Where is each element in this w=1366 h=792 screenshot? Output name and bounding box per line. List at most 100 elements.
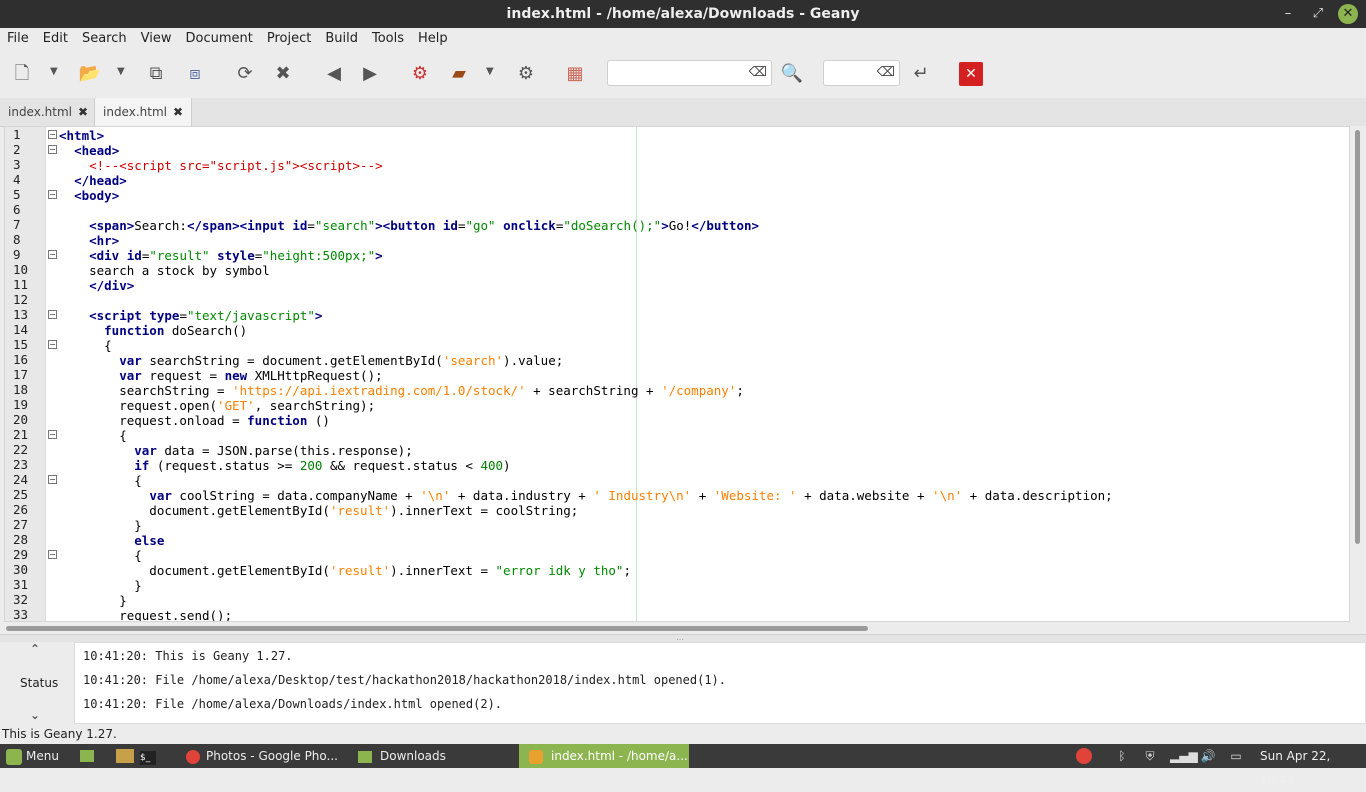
menu-edit[interactable]: Edit	[36, 28, 75, 46]
preferences-icon[interactable]: ⚙	[514, 62, 538, 86]
code-line[interactable]: {	[59, 428, 127, 443]
network-icon[interactable]: ▂▄▆	[1170, 748, 1198, 764]
fold-toggle-icon[interactable]: −	[48, 550, 57, 559]
new-file-icon[interactable]: 🗋	[10, 62, 34, 86]
tab-scroll-down-icon[interactable]: ⌄	[30, 708, 40, 722]
build-icon[interactable]: ▰	[447, 62, 471, 86]
code-line[interactable]: if (request.status >= 200 && request.sta…	[59, 458, 510, 473]
jump-to-line-icon[interactable]: ↵	[909, 62, 933, 86]
code-line[interactable]: document.getElementById('result').innerT…	[59, 563, 631, 578]
show-desktop-icon[interactable]	[80, 744, 96, 768]
code-line[interactable]: <body>	[59, 188, 119, 203]
code-line[interactable]: <span>Search:</span><input id="search"><…	[59, 218, 759, 233]
fold-toggle-icon[interactable]: −	[48, 130, 57, 139]
code-line[interactable]: }	[59, 578, 142, 593]
code-line[interactable]: </div>	[59, 278, 134, 293]
search-clear-icon[interactable]: ⌫	[749, 65, 767, 80]
code-line[interactable]: <div id="result" style="height:500px;">	[59, 248, 383, 263]
code-line[interactable]: {	[59, 548, 142, 563]
minimize-button[interactable]: –	[1278, 4, 1298, 24]
save-all-icon[interactable]: ⧈	[183, 62, 207, 86]
status-message-list[interactable]: 10:41:20: This is Geany 1.27. 10:41:20: …	[74, 642, 1366, 724]
code-line[interactable]: var data = JSON.parse(this.response);	[59, 443, 412, 458]
code-line[interactable]: {	[59, 338, 112, 353]
revert-icon[interactable]: ⟳	[233, 62, 257, 86]
bluetooth-icon[interactable]: ᛒ	[1114, 748, 1130, 764]
clock[interactable]: Sun Apr 22, 10:41	[1260, 744, 1364, 787]
forward-icon[interactable]: ▶	[358, 62, 382, 86]
code-line[interactable]: <!--<script src="script.js"><script>-->	[59, 158, 383, 173]
code-line[interactable]: request.send();	[59, 608, 232, 621]
tab-status[interactable]: Status	[20, 676, 58, 690]
menu-search[interactable]: Search	[75, 28, 134, 46]
menu-tools[interactable]: Tools	[365, 28, 411, 46]
code-line[interactable]: {	[59, 473, 142, 488]
task-photos[interactable]: Photos - Google Pho...	[180, 744, 356, 768]
maximize-button[interactable]: ⤢	[1308, 4, 1328, 24]
horizontal-scroll-thumb[interactable]	[6, 626, 868, 631]
save-icon[interactable]: ⧉	[144, 62, 168, 86]
code-line[interactable]: document.getElementById('result').innerT…	[59, 503, 578, 518]
code-line[interactable]: <hr>	[59, 233, 119, 248]
task-geany[interactable]: index.html - /home/a...	[519, 744, 689, 768]
code-line[interactable]: else	[59, 533, 164, 548]
tab-close-icon[interactable]: ✖	[173, 105, 183, 119]
code-editor[interactable]: 1 2 3 4 5 6 7 8 9 10 11 12 13 14 15 16 17 18 19 20 21 22 23 24 2…	[4, 126, 1350, 622]
color-chooser-icon[interactable]: ▦	[563, 62, 587, 86]
terminal-launcher-icon[interactable]: $_	[140, 744, 160, 768]
tab-close-icon[interactable]: ✖	[78, 105, 88, 119]
tab-index-html-2[interactable]: index.html ✖	[94, 98, 193, 127]
tab-index-html-1[interactable]: index.html ✖	[0, 98, 96, 126]
vertical-scroll-thumb[interactable]	[1355, 130, 1360, 544]
menu-help[interactable]: Help	[411, 28, 455, 46]
code-line[interactable]: function doSearch()	[59, 323, 247, 338]
menu-file[interactable]: File	[0, 28, 36, 46]
code-line[interactable]: request.open('GET', searchString);	[59, 398, 375, 413]
tab-scroll-up-icon[interactable]: ⌃	[30, 642, 40, 656]
compile-icon[interactable]: ⚙	[408, 62, 432, 86]
menu-document[interactable]: Document	[178, 28, 259, 46]
task-downloads[interactable]: Downloads	[352, 744, 518, 768]
battery-icon[interactable]: ▭	[1228, 748, 1244, 764]
code-line[interactable]: </head>	[59, 173, 127, 188]
files-launcher-icon[interactable]	[116, 744, 136, 768]
goto-line-clear-icon[interactable]: ⌫	[877, 65, 895, 80]
close-button[interactable]: ✕	[1338, 4, 1358, 24]
code-line[interactable]: request.onload = function ()	[59, 413, 330, 428]
shield-icon[interactable]: ⛨	[1142, 748, 1158, 764]
code-line[interactable]: <head>	[59, 143, 119, 158]
fold-toggle-icon[interactable]: −	[48, 190, 57, 199]
editor-horizontal-scrollbar[interactable]	[4, 622, 1350, 634]
code-line[interactable]: }	[59, 518, 142, 533]
open-file-icon[interactable]: 📂	[78, 62, 102, 86]
fold-toggle-icon[interactable]: −	[48, 145, 57, 154]
code-line[interactable]: <html>	[59, 128, 104, 143]
code-line[interactable]: searchString = 'https://api.iextrading.c…	[59, 383, 744, 398]
menu-view[interactable]: View	[134, 28, 179, 46]
fold-toggle-icon[interactable]: −	[48, 310, 57, 319]
code-line[interactable]: var request = new XMLHttpRequest();	[59, 368, 382, 383]
menu-project[interactable]: Project	[260, 28, 318, 46]
new-file-dropdown-icon[interactable]: ▼	[50, 66, 58, 77]
code-line[interactable]: search a stock by symbol	[59, 263, 270, 278]
fold-toggle-icon[interactable]: −	[48, 475, 57, 484]
search-input[interactable]	[608, 61, 771, 85]
chrome-tray-icon[interactable]	[1076, 748, 1092, 764]
menu-build[interactable]: Build	[318, 28, 365, 46]
code-line[interactable]: <script type="text/javascript">	[59, 308, 322, 323]
back-icon[interactable]: ◀	[322, 62, 346, 86]
fold-toggle-icon[interactable]: −	[48, 430, 57, 439]
fold-margin[interactable]: − − − − − − − − −	[45, 127, 60, 621]
find-icon[interactable]: 🔍	[780, 62, 804, 86]
code-line[interactable]: var searchString = document.getElementBy…	[59, 353, 563, 368]
code-line[interactable]: }	[59, 593, 127, 608]
fold-toggle-icon[interactable]: −	[48, 340, 57, 349]
volume-icon[interactable]: 🔊	[1200, 748, 1216, 764]
open-file-dropdown-icon[interactable]: ▼	[117, 66, 125, 77]
build-dropdown-icon[interactable]: ▼	[486, 66, 494, 77]
quit-icon[interactable]: ✕	[959, 62, 983, 86]
fold-toggle-icon[interactable]: −	[48, 250, 57, 259]
close-file-icon[interactable]: ✖	[271, 62, 295, 86]
code-line[interactable]: var coolString = data.companyName + '\n'…	[59, 488, 1112, 503]
editor-vertical-scrollbar[interactable]	[1350, 126, 1366, 622]
